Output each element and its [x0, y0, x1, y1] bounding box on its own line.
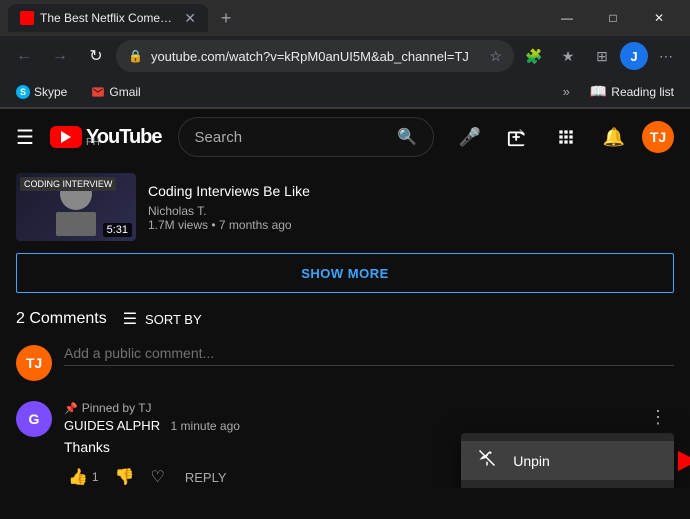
video-info: Coding Interviews Be Like Nicholas T. 1.…: [148, 182, 674, 232]
video-channel: Nicholas T.: [148, 204, 674, 218]
close-button[interactable]: ✕: [636, 0, 682, 36]
gmail-label: Gmail: [109, 85, 140, 99]
tab-close-button[interactable]: ✕: [184, 10, 196, 27]
bookmarks-bar: S Skype Gmail » 📖 Reading list: [0, 76, 690, 108]
pin-icon: 📌: [64, 402, 78, 415]
add-comment-row: TJ Add a public comment...: [16, 345, 674, 381]
bookmarks-right: » 📖 Reading list: [555, 80, 682, 104]
profile-button[interactable]: J: [620, 42, 648, 70]
extensions-button[interactable]: 🧩: [518, 40, 550, 72]
youtube-logo[interactable]: YouTube PH: [50, 126, 162, 148]
collections-button[interactable]: ⊞: [586, 40, 618, 72]
refresh-button[interactable]: ↻: [80, 40, 112, 72]
comment-pinned-label: 📌 Pinned by TJ: [64, 401, 674, 415]
show-more-button[interactable]: SHOW MORE: [16, 253, 674, 293]
create-button[interactable]: [498, 117, 538, 157]
context-menu-unpin[interactable]: Unpin: [461, 441, 674, 480]
user-avatar[interactable]: TJ: [642, 121, 674, 153]
tab-favicon: [20, 11, 34, 25]
tab-bar: The Best Netflix Comedies o... ✕ + — □ ✕: [0, 0, 690, 36]
context-menu-remove[interactable]: Remove: [461, 480, 674, 488]
sort-by-label: SORT BY: [145, 312, 202, 327]
browser-chrome: The Best Netflix Comedies o... ✕ + — □ ✕…: [0, 0, 690, 109]
reading-list-icon: 📖: [590, 83, 607, 100]
sort-by-button[interactable]: ☰ SORT BY: [123, 309, 202, 329]
skype-label: Skype: [34, 85, 67, 99]
thumbs-down-icon: 👎: [115, 467, 135, 487]
minimize-button[interactable]: —: [544, 0, 590, 36]
back-button[interactable]: ←: [8, 40, 40, 72]
context-menu: Unpin Remove: [461, 433, 674, 488]
bookmarks-overflow[interactable]: »: [555, 84, 578, 99]
like-count: 1: [92, 470, 99, 484]
bookmark-skype[interactable]: S Skype: [8, 80, 75, 104]
comment-time: 1 minute ago: [171, 419, 240, 433]
nav-bar: ← → ↻ 🔒 youtube.com/watch?v=kRpM0anUI5M&…: [0, 36, 690, 76]
skype-icon: S: [16, 85, 30, 99]
search-bar[interactable]: Search 🔍: [178, 117, 434, 157]
browser-tab[interactable]: The Best Netflix Comedies o... ✕: [8, 4, 208, 32]
unpin-label: Unpin: [513, 453, 550, 469]
gmail-icon: [91, 85, 105, 99]
video-meta: 1.7M views • 7 months ago: [148, 218, 674, 232]
heart-button[interactable]: ♡: [147, 463, 169, 488]
tab-title: The Best Netflix Comedies o...: [40, 11, 178, 25]
comment-author: GUIDES ALPHR: [64, 418, 160, 433]
favourites-button[interactable]: ★: [552, 40, 584, 72]
window-controls: — □ ✕: [544, 0, 682, 36]
like-button[interactable]: 👍 1: [64, 463, 103, 488]
video-duration: 5:31: [103, 223, 132, 237]
url-text: youtube.com/watch?v=kRpM0anUI5M&ab_chann…: [151, 49, 481, 64]
header-actions: 🎤 🔔 TJ: [450, 117, 674, 157]
reading-list-button[interactable]: 📖 Reading list: [582, 80, 682, 104]
video-thumbnail[interactable]: CODING INTERVIEW 5:31: [16, 173, 136, 241]
comment-avatar: G: [16, 401, 52, 437]
reply-button[interactable]: REPLY: [177, 466, 235, 489]
comment-input[interactable]: Add a public comment...: [64, 345, 674, 366]
heart-icon: ♡: [151, 467, 165, 487]
current-user-avatar: TJ: [16, 345, 52, 381]
yt-content: CODING INTERVIEW 5:31 Coding Interviews …: [0, 165, 690, 488]
bookmark-gmail[interactable]: Gmail: [83, 80, 148, 104]
search-icon[interactable]: 🔍: [397, 127, 417, 147]
youtube-logo-icon: [50, 126, 82, 148]
youtube-app: ☰ YouTube PH Search 🔍 🎤 🔔 TJ: [0, 109, 690, 488]
video-title: Coding Interviews Be Like: [148, 182, 674, 200]
reading-list-label: Reading list: [611, 85, 674, 99]
bookmark-star-icon[interactable]: ☆: [489, 48, 502, 65]
settings-button[interactable]: ⋯: [650, 40, 682, 72]
comments-count: 2 Comments: [16, 310, 107, 328]
youtube-header: ☰ YouTube PH Search 🔍 🎤 🔔 TJ: [0, 109, 690, 165]
menu-button[interactable]: ☰: [16, 125, 34, 150]
browser-actions: 🧩 ★ ⊞ J ⋯: [518, 40, 682, 72]
notifications-button[interactable]: 🔔: [594, 117, 634, 157]
video-suggestion: CODING INTERVIEW 5:31 Coding Interviews …: [16, 165, 674, 249]
thumbs-up-icon: 👍: [68, 467, 88, 487]
sort-icon: ☰: [123, 309, 137, 329]
new-tab-button[interactable]: +: [212, 4, 240, 32]
maximize-button[interactable]: □: [590, 0, 636, 36]
apps-button[interactable]: [546, 117, 586, 157]
comment-more-button[interactable]: ⋮: [642, 401, 674, 433]
comments-header: 2 Comments ☰ SORT BY: [16, 309, 674, 329]
youtube-country: PH: [86, 137, 162, 148]
lock-icon: 🔒: [128, 49, 143, 63]
address-bar[interactable]: 🔒 youtube.com/watch?v=kRpM0anUI5M&ab_cha…: [116, 40, 514, 72]
search-placeholder: Search: [195, 129, 398, 146]
comment-item: G 📌 Pinned by TJ GUIDES ALPHR 1 minute a…: [16, 401, 674, 488]
mic-button[interactable]: 🎤: [450, 117, 490, 157]
dislike-button[interactable]: 👎: [111, 463, 139, 488]
forward-button[interactable]: →: [44, 40, 76, 72]
unpin-icon: [477, 449, 497, 472]
